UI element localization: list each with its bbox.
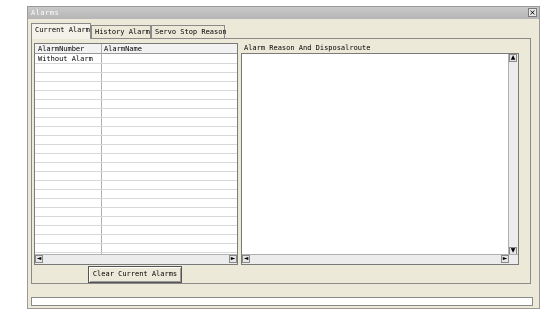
row-line xyxy=(35,126,237,127)
reason-horizontal-scrollbar[interactable]: ◄ ► xyxy=(242,254,518,264)
tab-servo-stop-reason[interactable]: Servo Stop Reason xyxy=(151,25,227,38)
alarm-list[interactable]: AlarmNumber AlarmName Without Alarm ◄ ► xyxy=(34,43,238,265)
title-bar[interactable]: Alarms × xyxy=(28,7,539,19)
row-line xyxy=(35,63,237,64)
row-line xyxy=(35,162,237,163)
column-divider xyxy=(101,44,102,255)
tab-history-alarm[interactable]: History Alarm xyxy=(91,25,151,38)
list-horizontal-scrollbar[interactable]: ◄ ► xyxy=(35,254,237,264)
row-line xyxy=(35,216,237,217)
scroll-left-arrow-icon[interactable]: ◄ xyxy=(242,255,250,263)
row-line xyxy=(35,252,237,253)
row-line xyxy=(35,72,237,73)
row-line xyxy=(35,117,237,118)
tab-current-alarm[interactable]: Current Alarm xyxy=(31,23,91,39)
row-line xyxy=(35,135,237,136)
row-line xyxy=(35,144,237,145)
status-bar xyxy=(31,297,533,306)
window-title: Alarms xyxy=(31,9,60,17)
row-line xyxy=(35,153,237,154)
table-row-alarm-number[interactable]: Without Alarm xyxy=(35,54,101,63)
row-line xyxy=(35,189,237,190)
column-header-alarm-number[interactable]: AlarmNumber xyxy=(35,44,101,54)
row-line xyxy=(35,198,237,199)
row-line xyxy=(35,90,237,91)
row-line xyxy=(35,243,237,244)
tab-panel: AlarmNumber AlarmName Without Alarm ◄ ► … xyxy=(31,38,531,284)
reason-vertical-scrollbar[interactable]: ▲ ▼ xyxy=(508,54,518,255)
row-line xyxy=(35,207,237,208)
row-line xyxy=(35,171,237,172)
reason-label: Alarm Reason And Disposalroute xyxy=(244,44,371,52)
row-line xyxy=(35,180,237,181)
close-icon[interactable]: × xyxy=(528,8,537,17)
scroll-right-arrow-icon[interactable]: ► xyxy=(501,255,509,263)
row-line xyxy=(35,99,237,100)
row-line xyxy=(35,108,237,109)
alarms-window: Alarms × Current Alarm History Alarm Ser… xyxy=(27,6,540,309)
row-line xyxy=(35,81,237,82)
column-header-alarm-name[interactable]: AlarmName xyxy=(101,44,237,54)
clear-current-alarms-button[interactable]: Clear Current Alarms xyxy=(88,266,182,283)
scroll-right-arrow-icon[interactable]: ► xyxy=(229,255,237,263)
row-line xyxy=(35,234,237,235)
scroll-up-arrow-icon[interactable]: ▲ xyxy=(509,54,517,62)
table-row-alarm-name[interactable] xyxy=(101,54,104,63)
reason-textarea[interactable]: ▲ ▼ ◄ ► xyxy=(241,53,519,265)
scroll-left-arrow-icon[interactable]: ◄ xyxy=(35,255,43,263)
row-line xyxy=(35,225,237,226)
